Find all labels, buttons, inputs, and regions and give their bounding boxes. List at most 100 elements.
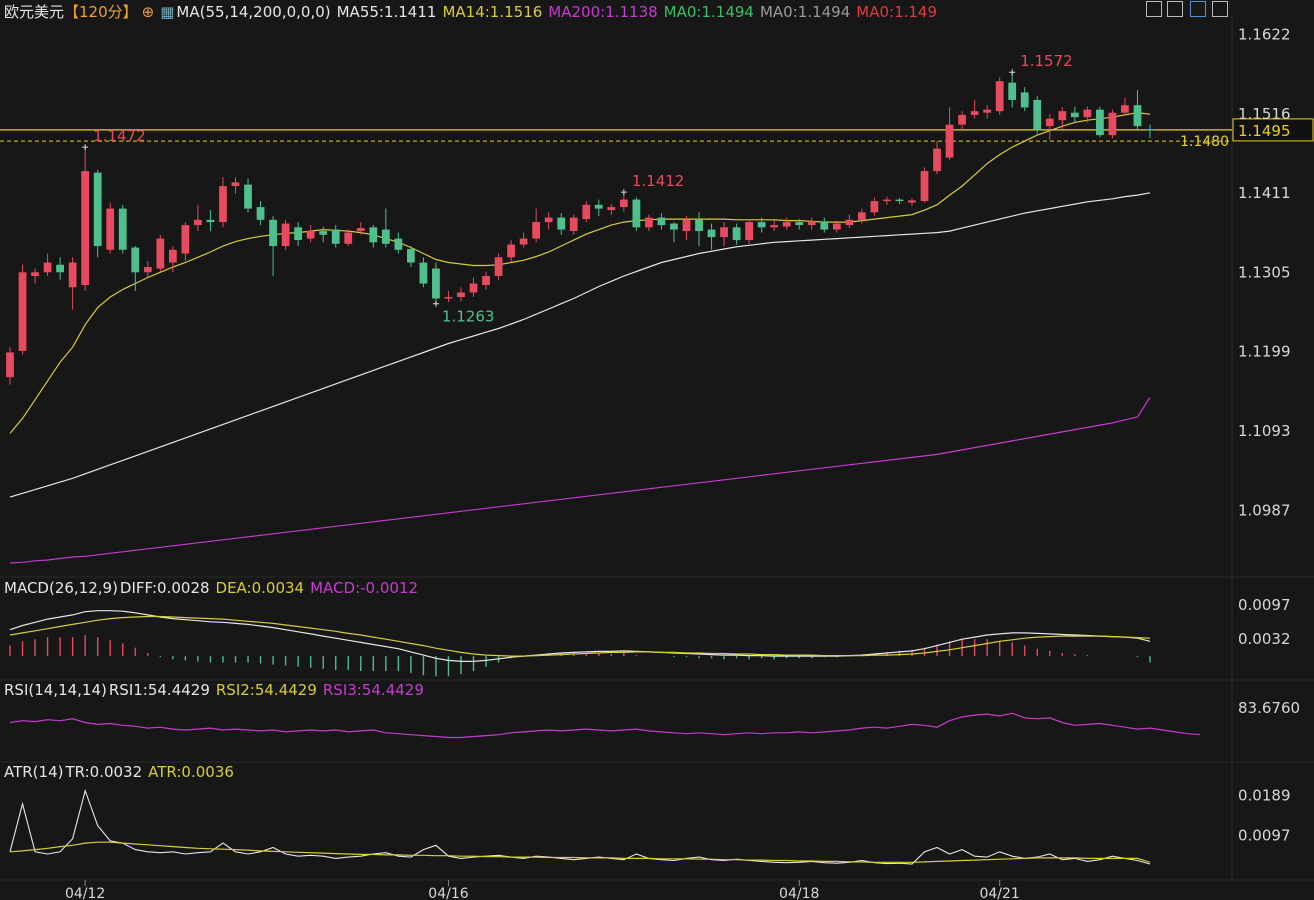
atr-name[interactable]: ATR(14) [4, 763, 63, 781]
candle-body [1045, 118, 1054, 127]
candle-body [494, 257, 503, 277]
ma200-value: MA200:1.1138 [548, 3, 658, 21]
candle-body [782, 222, 791, 227]
candle-body [732, 227, 741, 241]
candle-body [1033, 99, 1042, 130]
rsi2-value: RSI2:54.4429 [215, 681, 317, 699]
candle-body [933, 148, 941, 172]
candle-body [56, 264, 64, 273]
candle-body [607, 207, 616, 211]
rsi-line [9, 712, 1201, 739]
candle-body [168, 249, 177, 263]
candle-body [532, 222, 541, 239]
candle-body [419, 262, 428, 284]
overlay-icon[interactable] [1190, 1, 1206, 17]
macd-tick-label: 0.0097 [1238, 596, 1291, 614]
ma0b-value: MA0:1.1494 [759, 3, 851, 21]
candle-body [244, 184, 252, 209]
x-axis-label: 04/16 [428, 886, 468, 900]
rsi3-value: RSI3:54.4429 [322, 681, 424, 699]
ma55-line [9, 192, 1151, 498]
candle-body [519, 238, 528, 245]
extreme-marker [1009, 69, 1016, 76]
candle-body [1020, 92, 1029, 108]
rsi-name[interactable]: RSI(14,14,14) [4, 681, 107, 699]
candle-body [118, 208, 127, 250]
candle-body [958, 114, 966, 125]
candle-body [845, 219, 854, 226]
macd-dea: DEA:0.0034 [215, 579, 305, 597]
x-axis-label: 04/21 [979, 886, 1019, 900]
ma-indicator-icon[interactable]: ▦ [160, 3, 174, 21]
candle-body [68, 262, 77, 288]
atr-tick-label: 0.0097 [1238, 827, 1291, 845]
candle-body [1083, 109, 1092, 118]
candle-body [93, 172, 102, 247]
price-tick-label: 1.1411 [1238, 184, 1291, 202]
candle-body [857, 212, 866, 220]
candle-body [795, 222, 804, 226]
candle-body [1096, 109, 1104, 136]
x-axis-label: 04/12 [65, 886, 105, 900]
extreme-high-label: 1.1472 [93, 127, 145, 145]
candle-body [807, 221, 816, 226]
ma-params: MA(55,14,200,0,0,0) [176, 3, 331, 21]
macd-name[interactable]: MACD(26,12,9) [4, 579, 118, 597]
candle-body [920, 171, 929, 202]
crosshair-icon[interactable] [1146, 1, 1162, 17]
candle-body [682, 219, 691, 232]
candle-body [156, 238, 165, 269]
candle-body [745, 222, 754, 241]
period-label[interactable]: 【120分】 [64, 3, 138, 21]
price-tick-label: 1.1622 [1238, 26, 1291, 44]
candle-body [1008, 82, 1017, 100]
price-tick-label: 1.0987 [1238, 502, 1291, 520]
candle-body [432, 268, 440, 299]
candle-body [143, 267, 152, 273]
macd-tick-label: 0.0032 [1238, 630, 1291, 648]
ma0c-value: MA0:1.149 [856, 3, 938, 21]
price-tick-label: 1.1305 [1238, 263, 1291, 281]
price-tick-label: 1.1093 [1238, 422, 1291, 440]
candle-body [294, 227, 303, 241]
ma0a-value: MA0:1.1494 [663, 3, 754, 21]
candle-body [131, 247, 140, 273]
candle-body [106, 208, 115, 250]
candle-body [181, 225, 190, 254]
atr-tr-line [9, 788, 1151, 865]
candle-body [43, 262, 52, 273]
candle-body [269, 219, 277, 247]
macd-header: MACD(26,12,9) DIFF:0.0028 DEA:0.0034 MACD:-… [4, 579, 424, 597]
candle-body [319, 231, 328, 235]
candle-body [757, 222, 766, 228]
candle-body [507, 244, 515, 258]
macd-macd: MACD:-0.0012 [310, 579, 419, 597]
layout-icon[interactable] [1167, 1, 1183, 17]
candle-body [820, 221, 829, 230]
extreme-low-label: 1.1263 [442, 308, 495, 326]
candle-body [770, 225, 779, 228]
candle-body [306, 231, 315, 239]
macd-diff: DIFF:0.0028 [119, 579, 210, 597]
candle-body [331, 229, 340, 244]
ma55-value: MA55:1.1411 [336, 3, 437, 21]
symbol-name[interactable]: 欧元美元 [4, 3, 64, 21]
candle-body [457, 292, 465, 298]
candle-body [945, 124, 954, 158]
candle-body [720, 227, 728, 238]
candle-body [381, 229, 390, 244]
candle-body [256, 207, 265, 220]
candle-body [6, 352, 14, 378]
candle-body [832, 223, 841, 230]
atr-atr-value: ATR:0.0036 [148, 763, 234, 781]
candle-body [895, 199, 904, 202]
candle-body [619, 199, 628, 208]
candle-body [569, 217, 578, 232]
add-indicator-icon[interactable]: ⊕ [142, 3, 155, 21]
candle-body [970, 111, 979, 115]
candle-body [582, 204, 591, 220]
settings-icon[interactable] [1212, 1, 1228, 17]
candle-body [870, 201, 879, 213]
candle-body [695, 219, 703, 232]
candle-body [469, 283, 478, 293]
